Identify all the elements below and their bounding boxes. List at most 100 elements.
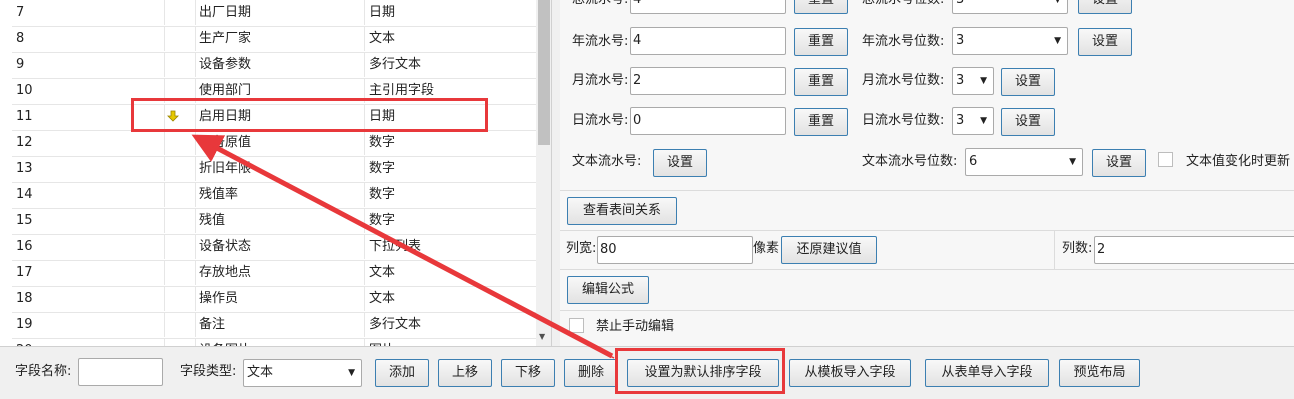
table-row[interactable]: 17 存放地点 文本: [12, 260, 536, 287]
table-row[interactable]: 7 出厂日期 日期: [12, 0, 536, 27]
month-serial-reset-button[interactable]: 重置: [794, 68, 848, 96]
year-serial-reset-button[interactable]: 重置: [794, 28, 848, 56]
month-serial-input[interactable]: 2: [630, 67, 786, 95]
row-number: 12: [12, 130, 165, 155]
field-name-cell: 备注: [195, 312, 365, 337]
import-from-template-button[interactable]: 从模板导入字段: [789, 359, 911, 387]
disable-manual-edit-label: 禁止手动编辑: [596, 319, 675, 334]
text-digits-select[interactable]: 6 ▼: [965, 148, 1083, 176]
month-serial-label: 月流水号:: [572, 73, 629, 88]
field-name-cell: 设备状态: [195, 234, 365, 259]
total-digits-set-button[interactable]: 设置: [1078, 0, 1132, 14]
vertical-scrollbar[interactable]: ▼: [536, 0, 551, 346]
field-type-cell: 数字: [369, 187, 396, 202]
day-serial-input[interactable]: 0: [630, 107, 786, 135]
add-field-button[interactable]: 添加: [375, 359, 429, 387]
field-type-cell: 下拉列表: [369, 239, 422, 254]
month-digits-set-button[interactable]: 设置: [1001, 68, 1055, 96]
row-number: 7: [12, 0, 165, 25]
sort-marker-cell: [165, 208, 196, 233]
total-serial-reset-button[interactable]: 重置: [794, 0, 848, 14]
row-number: 17: [12, 260, 165, 285]
move-up-button[interactable]: 上移: [438, 359, 492, 387]
column-width-label: 列宽:: [566, 241, 597, 256]
text-digits-label: 文本流水号位数:: [862, 154, 958, 169]
row-number: 16: [12, 234, 165, 259]
field-type-label: 字段类型:: [180, 364, 237, 379]
sort-marker-cell: [165, 52, 196, 77]
sort-marker-cell: [165, 234, 196, 259]
column-width-input[interactable]: 80: [597, 236, 753, 264]
field-name-label: 字段名称:: [15, 364, 72, 379]
total-digits-select[interactable]: 3▼: [952, 0, 1068, 14]
scrollbar-thumb[interactable]: [538, 0, 550, 145]
columns-input[interactable]: 2: [1094, 236, 1294, 264]
total-serial-label: 总流水号:: [572, 0, 628, 11]
edit-formula-button[interactable]: 编辑公式: [567, 276, 649, 304]
field-name-cell: 残值: [195, 208, 365, 233]
field-type-cell: 图片: [365, 338, 536, 346]
day-digits-select[interactable]: 3 ▼: [952, 107, 994, 135]
sort-marker-cell: [165, 0, 196, 25]
view-relations-button[interactable]: 查看表间关系: [567, 197, 677, 225]
divider: [560, 230, 1294, 231]
text-digits-set-button[interactable]: 设置: [1092, 149, 1146, 177]
table-row[interactable]: 9 设备参数 多行文本: [12, 52, 536, 79]
text-serial-set-button[interactable]: 设置: [653, 149, 707, 177]
chevron-down-icon: ▼: [348, 368, 355, 378]
sort-marker-cell: [165, 130, 196, 155]
field-table: 7 出厂日期 日期 8 生产厂家 文本 9 设备参数 多行文本 10 使用部门 主引用字段 11 启用日期…: [0, 0, 552, 346]
month-digits-label: 月流水号位数:: [862, 73, 945, 88]
preview-layout-button[interactable]: 预览布局: [1059, 359, 1140, 387]
field-name-cell: 折旧年限: [195, 156, 365, 181]
text-change-update-checkbox[interactable]: [1158, 152, 1173, 167]
table-row[interactable]: 16 设备状态 下拉列表: [12, 234, 536, 261]
field-name-cell: 设备参数: [195, 52, 365, 77]
restore-default-button[interactable]: 还原建议值: [781, 236, 877, 264]
table-row[interactable]: 12 设备原值 数字: [12, 130, 536, 157]
field-type-cell: 文本: [369, 31, 396, 46]
row-number: 8: [12, 26, 165, 51]
table-row[interactable]: 20 设备图片图片: [12, 338, 536, 346]
year-serial-input[interactable]: 4: [630, 27, 786, 55]
year-digits-select[interactable]: 3 ▼: [952, 27, 1068, 55]
highlight-button-annotation: [615, 348, 785, 394]
scroll-down-icon[interactable]: ▼: [539, 332, 545, 341]
day-serial-reset-button[interactable]: 重置: [794, 108, 848, 136]
move-down-button[interactable]: 下移: [501, 359, 555, 387]
disable-manual-edit-checkbox[interactable]: [569, 318, 584, 333]
day-digits-set-button[interactable]: 设置: [1001, 108, 1055, 136]
table-row[interactable]: 15 残值 数字: [12, 208, 536, 235]
field-type-cell: 数字: [369, 161, 396, 176]
field-type-cell: 多行文本: [369, 317, 422, 332]
sort-marker-cell: [165, 26, 196, 51]
year-digits-set-button[interactable]: 设置: [1078, 28, 1132, 56]
table-row[interactable]: 19 备注 多行文本: [12, 312, 536, 339]
field-name-cell: 出厂日期: [195, 0, 365, 25]
year-serial-label: 年流水号:: [572, 34, 629, 49]
field-type-cell: 文本: [369, 265, 396, 280]
total-serial-input[interactable]: 4: [630, 0, 786, 14]
sort-marker-cell: [165, 286, 196, 311]
row-number: 18: [12, 286, 165, 311]
sort-marker-cell: [165, 312, 196, 337]
divider: [560, 190, 1294, 191]
row-number: 9: [12, 52, 165, 77]
field-type-cell: 文本: [369, 291, 396, 306]
sort-marker-cell: [165, 260, 196, 285]
table-row[interactable]: 13 折旧年限 数字: [12, 156, 536, 183]
row-number: 15: [12, 208, 165, 233]
field-properties-panel: 总流水号: 4 重置 总流水号位数: 3▼ 设置 年流水号: 4 重置 年流水号…: [560, 0, 1294, 346]
field-name-input[interactable]: [78, 358, 163, 386]
field-type-select[interactable]: 文本 ▼: [243, 359, 362, 387]
table-row[interactable]: 8 生产厂家 文本: [12, 26, 536, 53]
columns-label: 列数:: [1062, 241, 1093, 256]
field-name-cell: 存放地点: [195, 260, 365, 285]
field-type-cell: 数字: [369, 135, 396, 150]
import-from-form-button[interactable]: 从表单导入字段: [925, 359, 1049, 387]
month-digits-select[interactable]: 3 ▼: [952, 67, 994, 95]
delete-field-button[interactable]: 删除: [564, 359, 618, 387]
table-row[interactable]: 14 残值率 数字: [12, 182, 536, 209]
table-row[interactable]: 18 操作员 文本: [12, 286, 536, 313]
field-name-cell: 生产厂家: [195, 26, 365, 51]
